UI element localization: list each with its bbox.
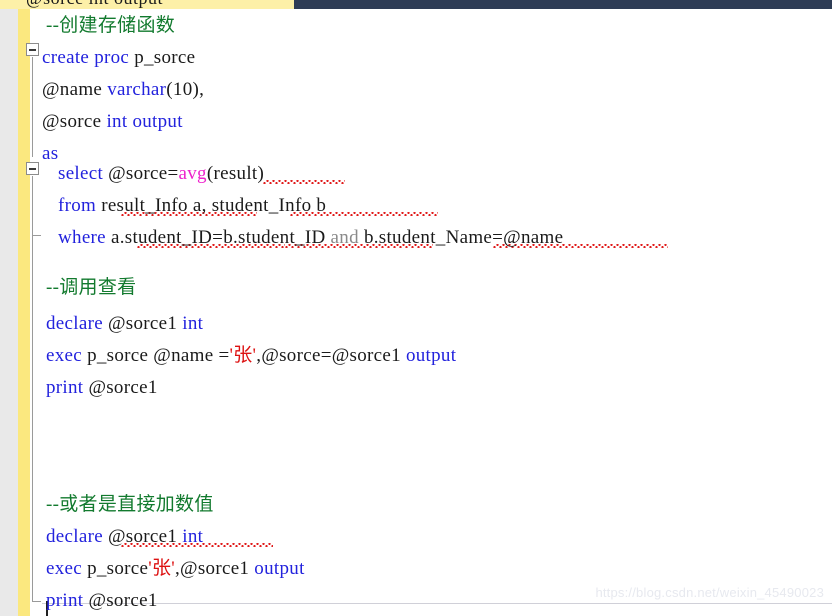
line-where-token-3: b.student_Name=@name [363,227,564,248]
line-comment-create-token-0: --创建存储函数 [46,15,176,36]
line-param-name-token-2: (10), [166,79,205,100]
line-comment-call-token-0: --调用查看 [46,277,137,298]
line-select[interactable]: select @sorce=avg(result) [58,164,264,183]
line-comment-direct[interactable]: --或者是直接加数值 [46,495,214,514]
fold-box-create-proc[interactable] [26,43,39,56]
line-declare-1-token-0: declare [46,313,108,334]
line-from-token-1: result_Info a, student_Info b [101,195,327,216]
line-print-1[interactable]: print @sorce1 [46,378,158,397]
line-param-name-token-0: @name [42,79,108,100]
line-where-token-0: where [58,227,111,248]
squiggle-result [263,180,345,184]
line-as[interactable]: as [42,144,58,163]
line-param-sorce-token-0: @sorce [42,111,107,132]
line-where[interactable]: where a.student_ID=b.student_ID and b.st… [58,228,563,247]
line-print-1-token-1: @sorce1 [88,377,158,398]
line-exec-1-token-1: p_sorce @name = [87,345,230,366]
change-indicator-bar [18,9,30,616]
line-comment-direct-token-0: --或者是直接加数值 [46,494,214,515]
line-declare-2[interactable]: declare @sorce1 int [46,527,203,546]
line-print-2[interactable]: print @sorce1 [46,591,158,610]
line-declare-1-token-1: @sorce1 [108,313,183,334]
line-declare-1[interactable]: declare @sorce1 int [46,314,203,333]
fold-region-line-inner [32,176,33,235]
line-exec-2-token-2: '张' [148,558,175,579]
line-exec-2-token-1: p_sorce [87,558,149,579]
line-select-token-1: @sorce= [108,163,179,184]
line-print-2-token-0: print [46,590,89,611]
line-exec-1-token-3: ,@sorce=@sorce1 [256,345,406,366]
line-param-sorce[interactable]: @sorce int output [42,112,183,131]
line-print-1-token-0: print [46,377,89,398]
top-selection-run [294,0,832,9]
line-as-token-0: as [42,143,59,164]
line-declare-1-token-2: int [182,313,204,334]
line-param-sorce-token-1: int output [106,111,183,132]
line-exec-2[interactable]: exec p_sorce'张',@sorce1 output [46,559,305,578]
line-select-token-2: avg [178,163,207,184]
editor-margin-gutter [0,9,18,616]
line-comment-create[interactable]: --创建存储函数 [46,16,175,35]
line-exec-1-token-2: '张' [229,345,257,366]
watermark: https://blog.csdn.net/weixin_45490023 [595,585,824,600]
fold-box-select-block[interactable] [26,162,39,175]
line-declare-2-token-0: declare [46,526,108,547]
current-line-rule [42,603,832,604]
line-declare-2-token-1: @sorce1 [108,526,183,547]
line-exec-2-token-3: ,@sorce1 [175,558,255,579]
line-declare-2-token-2: int [182,526,204,547]
line-exec-1-token-4: output [405,345,457,366]
top-clipped-text: @sorce int output [26,0,163,9]
line-print-2-token-1: @sorce1 [88,590,158,611]
line-comment-call[interactable]: --调用查看 [46,278,136,297]
line-exec-1-token-0: exec [46,345,88,366]
line-where-token-2: and [330,227,364,248]
fold-region-line-outer [32,57,33,157]
line-from[interactable]: from result_Info a, student_Info b [58,196,326,215]
sql-code-editor[interactable]: @sorce int output https://blog.csdn.net/… [0,0,832,616]
line-select-token-3: (result) [206,163,265,184]
line-create-proc-token-1: p_sorce [134,47,196,68]
line-where-token-1: a.student_ID=b.student_ID [110,227,331,248]
line-param-name[interactable]: @name varchar(10), [42,80,204,99]
fold-region-foot-inner [32,235,41,236]
line-exec-2-token-4: output [254,558,305,579]
fold-region-line-body [32,236,33,602]
line-exec-1[interactable]: exec p_sorce @name ='张',@sorce=@sorce1 o… [46,346,456,365]
line-exec-2-token-0: exec [46,558,88,579]
line-param-name-token-1: varchar [107,79,167,100]
fold-region-foot-outer [32,601,41,602]
line-from-token-0: from [58,195,102,216]
line-select-token-0: select [58,163,109,184]
line-create-proc[interactable]: create proc p_sorce [42,48,195,67]
clipped-top-line: @sorce int output [0,0,832,9]
line-create-proc-token-0: create proc [42,47,135,68]
